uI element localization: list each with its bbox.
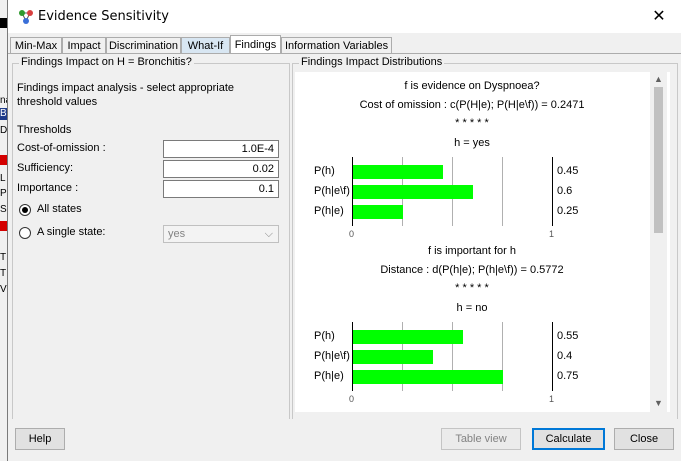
axis-min-label: 0 xyxy=(349,229,355,239)
value-label: 0.25 xyxy=(557,205,579,217)
tab-what-if[interactable]: What-If xyxy=(181,37,230,53)
section-stars: * * * * * xyxy=(455,117,489,129)
value-label: 0.55 xyxy=(557,330,579,342)
value-label: 0.45 xyxy=(557,165,579,177)
bar-p-h-e xyxy=(353,205,403,219)
value-label: 0.6 xyxy=(557,185,573,197)
row-label: P(h|e) xyxy=(314,370,344,382)
section-state: h = no xyxy=(456,302,488,314)
bar-p-h-e-f xyxy=(353,185,473,199)
section-metric: Cost of omission : c(P(H|e); P(H|e\f)) =… xyxy=(359,99,585,111)
button-bar: Help Table view Calculate Close xyxy=(8,419,681,461)
single-state-value: yes xyxy=(168,228,186,240)
row-label: P(h|e) xyxy=(314,205,344,217)
close-button[interactable]: Close xyxy=(614,428,674,450)
row-label: P(h) xyxy=(314,330,335,342)
all-states-label: All states xyxy=(37,203,82,215)
section-state: h = yes xyxy=(454,137,490,149)
value-label: 0.75 xyxy=(557,370,579,382)
app-network-icon xyxy=(19,10,33,24)
bar-p-h xyxy=(353,330,463,344)
scrollbar-thumb[interactable] xyxy=(654,87,663,233)
cost-of-omission-label: Cost-of-omission : xyxy=(17,142,106,154)
bar-p-h xyxy=(353,165,443,179)
axis-right xyxy=(552,157,553,226)
section-heading: f is evidence on Dyspnoea? xyxy=(404,80,540,92)
gridline xyxy=(502,157,503,226)
axis-max-label: 1 xyxy=(549,394,555,404)
value-label: 0.4 xyxy=(557,350,573,362)
single-state-radio[interactable] xyxy=(19,227,31,239)
axis-max-label: 1 xyxy=(549,229,555,239)
row-label: P(h) xyxy=(314,165,335,177)
tab-discrimination[interactable]: Discrimination xyxy=(106,37,181,53)
tab-information-variables[interactable]: Information Variables xyxy=(281,37,392,53)
row-label: P(h|e\f) xyxy=(314,185,350,197)
window-title: Evidence Sensitivity xyxy=(38,9,169,24)
tab-impact[interactable]: Impact xyxy=(62,37,106,53)
help-button[interactable]: Help xyxy=(15,428,65,450)
title-bar: Evidence Sensitivity ✕ xyxy=(8,0,681,33)
bar-p-h-e-f xyxy=(353,350,433,364)
cost-of-omission-field[interactable]: 1.0E-4 xyxy=(163,140,279,158)
scroll-down-icon[interactable]: ▼ xyxy=(650,398,667,408)
scroll-up-icon[interactable]: ▲ xyxy=(650,74,667,84)
sufficiency-label: Sufficiency: xyxy=(17,162,74,174)
section-stars: * * * * * xyxy=(455,282,489,294)
findings-tab-panel: Findings Impact on H = Bronchitis? Findi… xyxy=(8,53,681,421)
single-state-select[interactable]: yes ⌵ xyxy=(163,225,279,243)
axis-min-label: 0 xyxy=(349,394,355,404)
evidence-sensitivity-dialog: Evidence Sensitivity ✕ Min-Max Impact Di… xyxy=(7,0,681,461)
single-state-label: A single state: xyxy=(37,226,106,238)
findings-description: Findings impact analysis - select approp… xyxy=(17,82,235,108)
findings-impact-panel: Findings Impact on H = Bronchitis? Findi… xyxy=(12,56,292,421)
section-metric: Distance : d(P(h|e); P(h|e\f)) = 0.5772 xyxy=(380,264,564,276)
vertical-scrollbar[interactable]: ▲ ▼ xyxy=(650,72,667,412)
findings-impact-title: Findings Impact on H = Bronchitis? xyxy=(19,56,194,68)
calculate-button[interactable]: Calculate xyxy=(532,428,605,450)
sufficiency-field[interactable]: 0.02 xyxy=(163,160,279,178)
axis-right xyxy=(552,322,553,391)
distributions-title: Findings Impact Distributions xyxy=(299,56,445,68)
thresholds-label: Thresholds xyxy=(17,124,72,136)
bar-p-h-e xyxy=(353,370,503,384)
chevron-down-icon: ⌵ xyxy=(264,228,273,240)
all-states-radio[interactable] xyxy=(19,204,31,216)
tab-min-max[interactable]: Min-Max xyxy=(10,37,62,53)
distributions-chart-area: f is evidence on Dyspnoea? Cost of omiss… xyxy=(295,72,670,412)
findings-impact-group: Findings Impact on H = Bronchitis? Findi… xyxy=(12,56,290,421)
close-window-icon[interactable]: ✕ xyxy=(637,0,681,33)
section-heading: f is important for h xyxy=(427,245,517,257)
table-view-button[interactable]: Table view xyxy=(441,428,521,450)
tab-findings[interactable]: Findings xyxy=(230,35,281,54)
importance-label: Importance : xyxy=(17,182,79,194)
importance-field[interactable]: 0.1 xyxy=(163,180,279,198)
row-label: P(h|e\f) xyxy=(314,350,350,362)
